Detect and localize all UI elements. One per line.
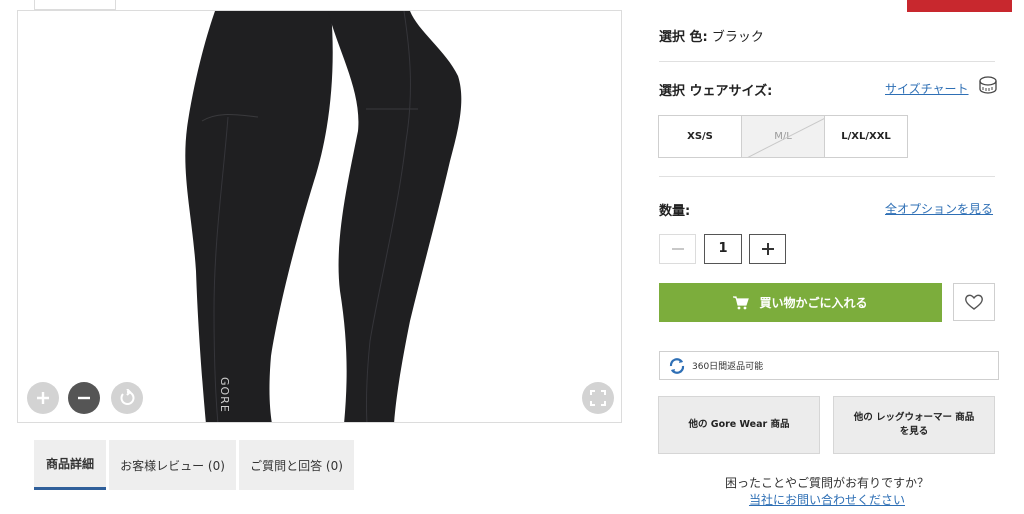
quantity-label: 数量: — [659, 204, 691, 219]
heart-icon — [965, 294, 983, 310]
wishlist-button[interactable] — [953, 283, 995, 321]
more-category-label: 他の レッグウォーマー 商品 を見る — [854, 411, 975, 440]
add-to-cart-label: 買い物かごに入れる — [759, 296, 868, 310]
size-option-xs-s[interactable]: XS/S — [658, 115, 742, 158]
more-category-line1: 他の レッグウォーマー 商品 — [853, 411, 975, 423]
tab-customer-reviews[interactable]: お客様レビュー (0) — [109, 440, 236, 490]
product-image-leg-warmers: GORE — [185, 11, 462, 422]
quantity-decrease-button[interactable] — [659, 234, 696, 264]
tab-product-details[interactable]: 商品詳細 — [34, 440, 106, 490]
product-tabs: 商品詳細 お客様レビュー (0) ご質問と回答 (0) — [34, 440, 354, 490]
color-prefix: 選択 色: — [659, 30, 708, 45]
zoom-out-button[interactable] — [68, 382, 100, 414]
measuring-tape-icon[interactable] — [977, 74, 999, 96]
add-to-cart-button[interactable]: 買い物かごに入れる — [659, 283, 942, 322]
rotate-icon — [120, 389, 135, 405]
quantity-increase-button[interactable] — [749, 234, 786, 264]
tab-questions-answers[interactable]: ご質問と回答 (0) — [239, 440, 354, 490]
returns-text: 360日間返品可能 — [692, 362, 764, 372]
size-label: 選択 ウェアサイズ: — [659, 84, 773, 99]
zoom-out-icon — [78, 396, 90, 400]
size-option-label: XS/S — [687, 131, 713, 142]
zoom-in-button[interactable] — [27, 382, 59, 414]
header-button-fragment[interactable] — [907, 0, 1012, 12]
zoom-in-icon — [37, 392, 49, 404]
divider — [659, 176, 995, 177]
more-brand-label: 他の Gore Wear 商品 — [688, 418, 790, 430]
divider — [659, 61, 995, 62]
size-options: XS/S M/L L/XL/XXL — [658, 115, 908, 158]
color-value: ブラック — [711, 30, 764, 45]
size-option-label: L/XL/XXL — [841, 131, 891, 142]
fullscreen-icon — [590, 390, 606, 406]
thumbnail-tab[interactable] — [34, 0, 116, 10]
more-brand-products-button[interactable]: 他の Gore Wear 商品 — [658, 396, 820, 454]
contact-us-link[interactable]: 当社にお問い合わせください — [659, 491, 995, 508]
size-option-l-xl-xxl[interactable]: L/XL/XXL — [824, 115, 908, 158]
fullscreen-button[interactable] — [582, 382, 614, 414]
plus-icon — [761, 243, 774, 255]
brand-mark: GORE — [218, 377, 231, 413]
all-options-link[interactable]: 全オプションを見る — [885, 200, 993, 217]
size-chart-link[interactable]: サイズチャート — [885, 80, 969, 97]
size-option-m-l-unavailable[interactable]: M/L — [741, 115, 825, 158]
selected-color: 選択 色: ブラック — [659, 26, 764, 45]
product-image-viewer[interactable]: GORE — [17, 10, 622, 423]
cart-icon — [733, 295, 750, 309]
more-category-products-button[interactable]: 他の レッグウォーマー 商品 を見る — [833, 396, 995, 454]
minus-icon — [671, 248, 684, 250]
quantity-input[interactable]: 1 — [704, 234, 742, 264]
returns-info: 360日間返品可能 — [659, 351, 999, 380]
rotate-button[interactable] — [111, 382, 143, 414]
svg-text:GORE: GORE — [218, 377, 231, 413]
returns-icon — [669, 357, 685, 374]
more-category-line2: を見る — [899, 426, 929, 437]
help-question: 困ったことやご質問がお有りですか？ — [724, 476, 929, 490]
